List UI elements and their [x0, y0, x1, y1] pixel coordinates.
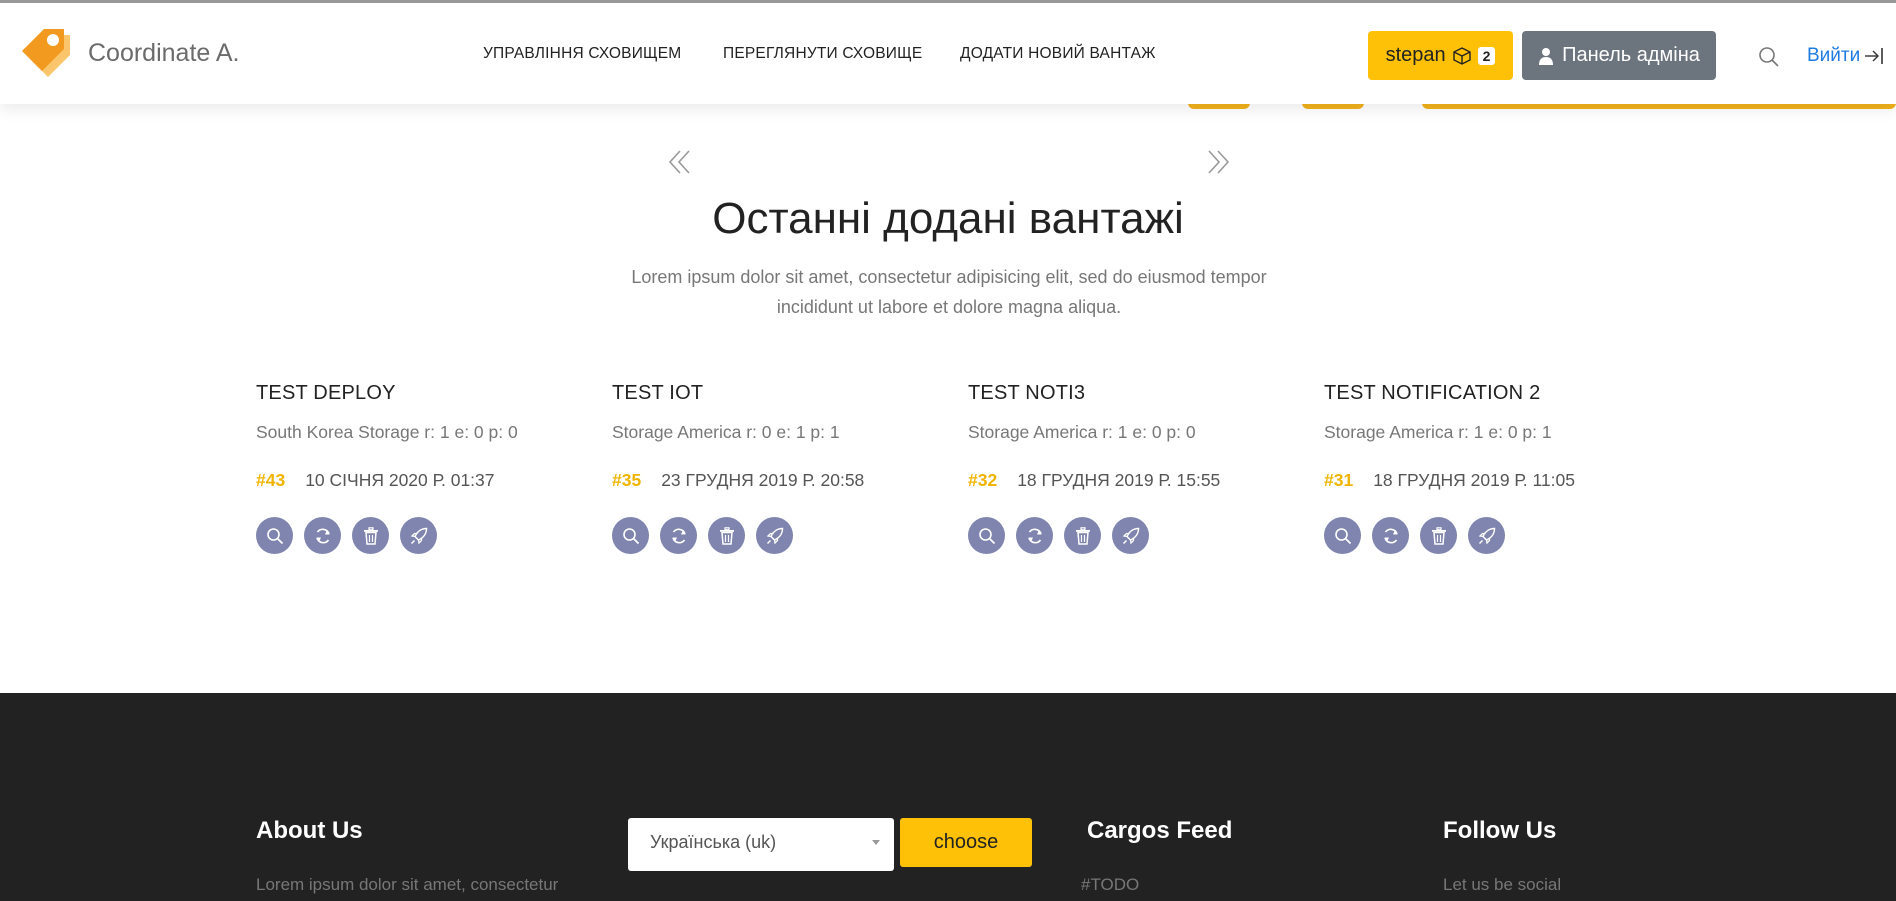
search-icon — [266, 527, 283, 544]
follow-text: Let us be social — [1443, 875, 1562, 894]
search-icon — [622, 527, 639, 544]
follow-title: Follow Us — [1443, 817, 1557, 844]
cargo-date: 23 ГРУДНЯ 2019 Р. 20:58 — [661, 470, 865, 490]
admin-panel-button[interactable]: Панель адміна — [1522, 31, 1716, 80]
cargo-id: #35 — [612, 470, 642, 490]
cargo-date: 18 ГРУДНЯ 2019 Р. 11:05 — [1373, 470, 1575, 490]
rocket-icon — [410, 527, 427, 544]
cargo-id: #43 — [256, 470, 286, 490]
cargo-name[interactable]: TEST NOTIFICATION 2 — [1324, 382, 1664, 405]
refresh-button[interactable] — [304, 517, 341, 554]
cargo-id: #32 — [968, 470, 998, 490]
footer: About Us Lorem ipsum dolor sit amet, con… — [0, 693, 1896, 901]
search-icon — [978, 527, 995, 544]
cargos-feed-title: Cargos Feed — [1087, 817, 1233, 844]
delete-button[interactable] — [708, 517, 745, 554]
launch-button[interactable] — [756, 517, 793, 554]
refresh-icon — [315, 528, 330, 543]
cargo-storage: Storage America r: 0 e: 1 p: 1 — [612, 422, 840, 442]
search-icon — [1334, 527, 1351, 544]
cargo-date: 18 ГРУДНЯ 2019 Р. 15:55 — [1017, 470, 1221, 490]
brand-name[interactable]: Coordinate A. — [88, 39, 240, 68]
nav-add-cargo[interactable]: ДОДАТИ НОВИЙ ВАНТАЖ — [960, 45, 1156, 63]
view-button[interactable] — [256, 517, 293, 554]
cargo-date: 10 СІЧНЯ 2020 Р. 01:37 — [305, 470, 495, 490]
logout-link[interactable]: Вийти — [1807, 45, 1884, 67]
cargo-storage: Storage America r: 1 e: 0 p: 1 — [1324, 422, 1552, 442]
cargo-card: TEST NOTI3 Storage America r: 1 e: 0 p: … — [968, 382, 1308, 554]
cargo-card: TEST IOT Storage America r: 0 e: 1 p: 1 … — [612, 382, 952, 554]
refresh-icon — [1383, 528, 1398, 543]
rocket-icon — [1478, 527, 1495, 544]
cargo-storage: Storage America r: 1 e: 0 p: 0 — [968, 422, 1196, 442]
chevron-down-icon — [872, 840, 880, 845]
logo-icon[interactable] — [18, 23, 82, 87]
carousel-prev-icon[interactable] — [666, 148, 694, 176]
cargo-meta: #31 18 ГРУДНЯ 2019 Р. 11:05 — [1324, 470, 1664, 491]
rocket-icon — [766, 527, 783, 544]
cargo-meta: #35 23 ГРУДНЯ 2019 Р. 20:58 — [612, 470, 952, 491]
view-button[interactable] — [968, 517, 1005, 554]
launch-button[interactable] — [1468, 517, 1505, 554]
trash-icon — [363, 526, 378, 545]
refresh-icon — [671, 528, 686, 543]
cargo-count-badge: 2 — [1477, 46, 1496, 65]
box-icon — [1452, 46, 1471, 65]
trash-icon — [1075, 526, 1090, 545]
language-select[interactable]: Українська (uk) — [628, 818, 894, 871]
delete-button[interactable] — [352, 517, 389, 554]
cargo-meta: #43 10 СІЧНЯ 2020 Р. 01:37 — [256, 470, 596, 491]
cargo-name[interactable]: TEST DEPLOY — [256, 382, 596, 405]
cargos-feed-text: #TODO — [1081, 875, 1140, 894]
rocket-icon — [1122, 527, 1139, 544]
cargo-id: #31 — [1324, 470, 1354, 490]
trash-icon — [1431, 526, 1446, 545]
header: Coordinate A. УПРАВЛІННЯ СХОВИЩЕМ ПЕРЕГЛ… — [0, 3, 1896, 104]
choose-language-button[interactable]: choose — [900, 818, 1032, 867]
section-description: Lorem ipsum dolor sit amet, consectetur … — [631, 267, 1267, 317]
refresh-button[interactable] — [660, 517, 697, 554]
delete-button[interactable] — [1420, 517, 1457, 554]
cargo-actions — [1324, 517, 1664, 554]
cargo-actions — [612, 517, 952, 554]
sign-out-icon — [1865, 48, 1884, 64]
logout-label: Вийти — [1807, 45, 1861, 66]
nav-manage-storage[interactable]: УПРАВЛІННЯ СХОВИЩЕМ — [483, 45, 681, 63]
cargo-actions — [256, 517, 596, 554]
launch-button[interactable] — [400, 517, 437, 554]
cargo-actions — [968, 517, 1308, 554]
language-value: Українська (uk) — [650, 832, 777, 852]
about-title: About Us — [256, 817, 363, 844]
cargo-card: TEST NOTIFICATION 2 Storage America r: 1… — [1324, 382, 1664, 554]
cargo-storage: South Korea Storage r: 1 e: 0 p: 0 — [256, 422, 518, 442]
nav-view-storage[interactable]: ПЕРЕГЛЯНУТИ СХОВИЩЕ — [723, 45, 922, 63]
cargo-name[interactable]: TEST NOTI3 — [968, 382, 1308, 405]
search-icon[interactable] — [1758, 46, 1780, 68]
user-secret-icon — [1539, 47, 1554, 65]
cargo-meta: #32 18 ГРУДНЯ 2019 Р. 15:55 — [968, 470, 1308, 491]
view-button[interactable] — [1324, 517, 1361, 554]
delete-button[interactable] — [1064, 517, 1101, 554]
section-title: Останні додані вантажі — [712, 194, 1184, 243]
cargo-card: TEST DEPLOY South Korea Storage r: 1 e: … — [256, 382, 596, 554]
admin-panel-label: Панель адміна — [1562, 44, 1700, 66]
trash-icon — [719, 526, 734, 545]
about-text: Lorem ipsum dolor sit amet, consectetur — [256, 875, 559, 894]
refresh-button[interactable] — [1016, 517, 1053, 554]
cargo-name[interactable]: TEST IOT — [612, 382, 952, 405]
launch-button[interactable] — [1112, 517, 1149, 554]
user-name: stepan — [1385, 44, 1446, 66]
refresh-icon — [1027, 528, 1042, 543]
refresh-button[interactable] — [1372, 517, 1409, 554]
view-button[interactable] — [612, 517, 649, 554]
user-button[interactable]: stepan 2 — [1368, 31, 1513, 80]
carousel-next-icon[interactable] — [1204, 148, 1232, 176]
